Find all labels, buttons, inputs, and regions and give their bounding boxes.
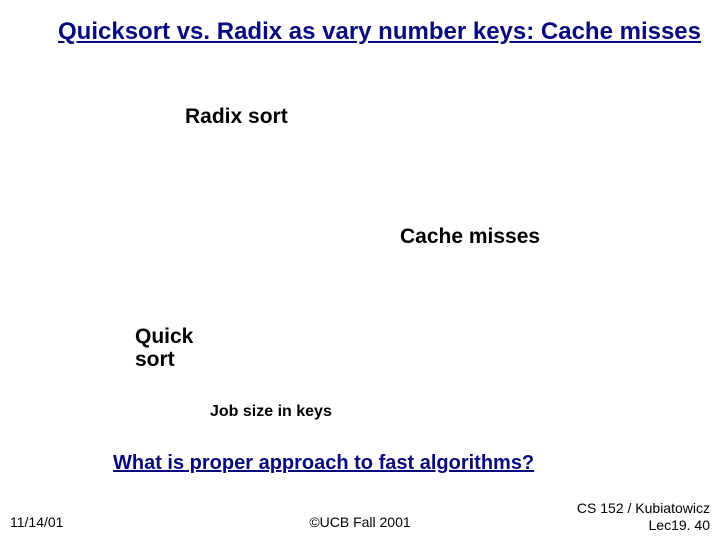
label-quick-sort: Quick sort	[135, 325, 193, 371]
label-cache-misses: Cache misses	[400, 225, 540, 249]
label-quick-line1: Quick	[135, 325, 193, 348]
label-radix-sort: Radix sort	[185, 105, 288, 129]
label-x-axis: Job size in keys	[210, 403, 332, 421]
slide-title: Quicksort vs. Radix as vary number keys:…	[58, 18, 701, 46]
footer-course-info: CS 152 / Kubiatowicz Lec19. 40	[577, 500, 710, 534]
slide-question: What is proper approach to fast algorith…	[113, 452, 534, 475]
footer-lecture: Lec19. 40	[649, 517, 711, 533]
footer-course: CS 152 / Kubiatowicz	[577, 500, 710, 516]
label-quick-line2: sort	[135, 348, 175, 371]
